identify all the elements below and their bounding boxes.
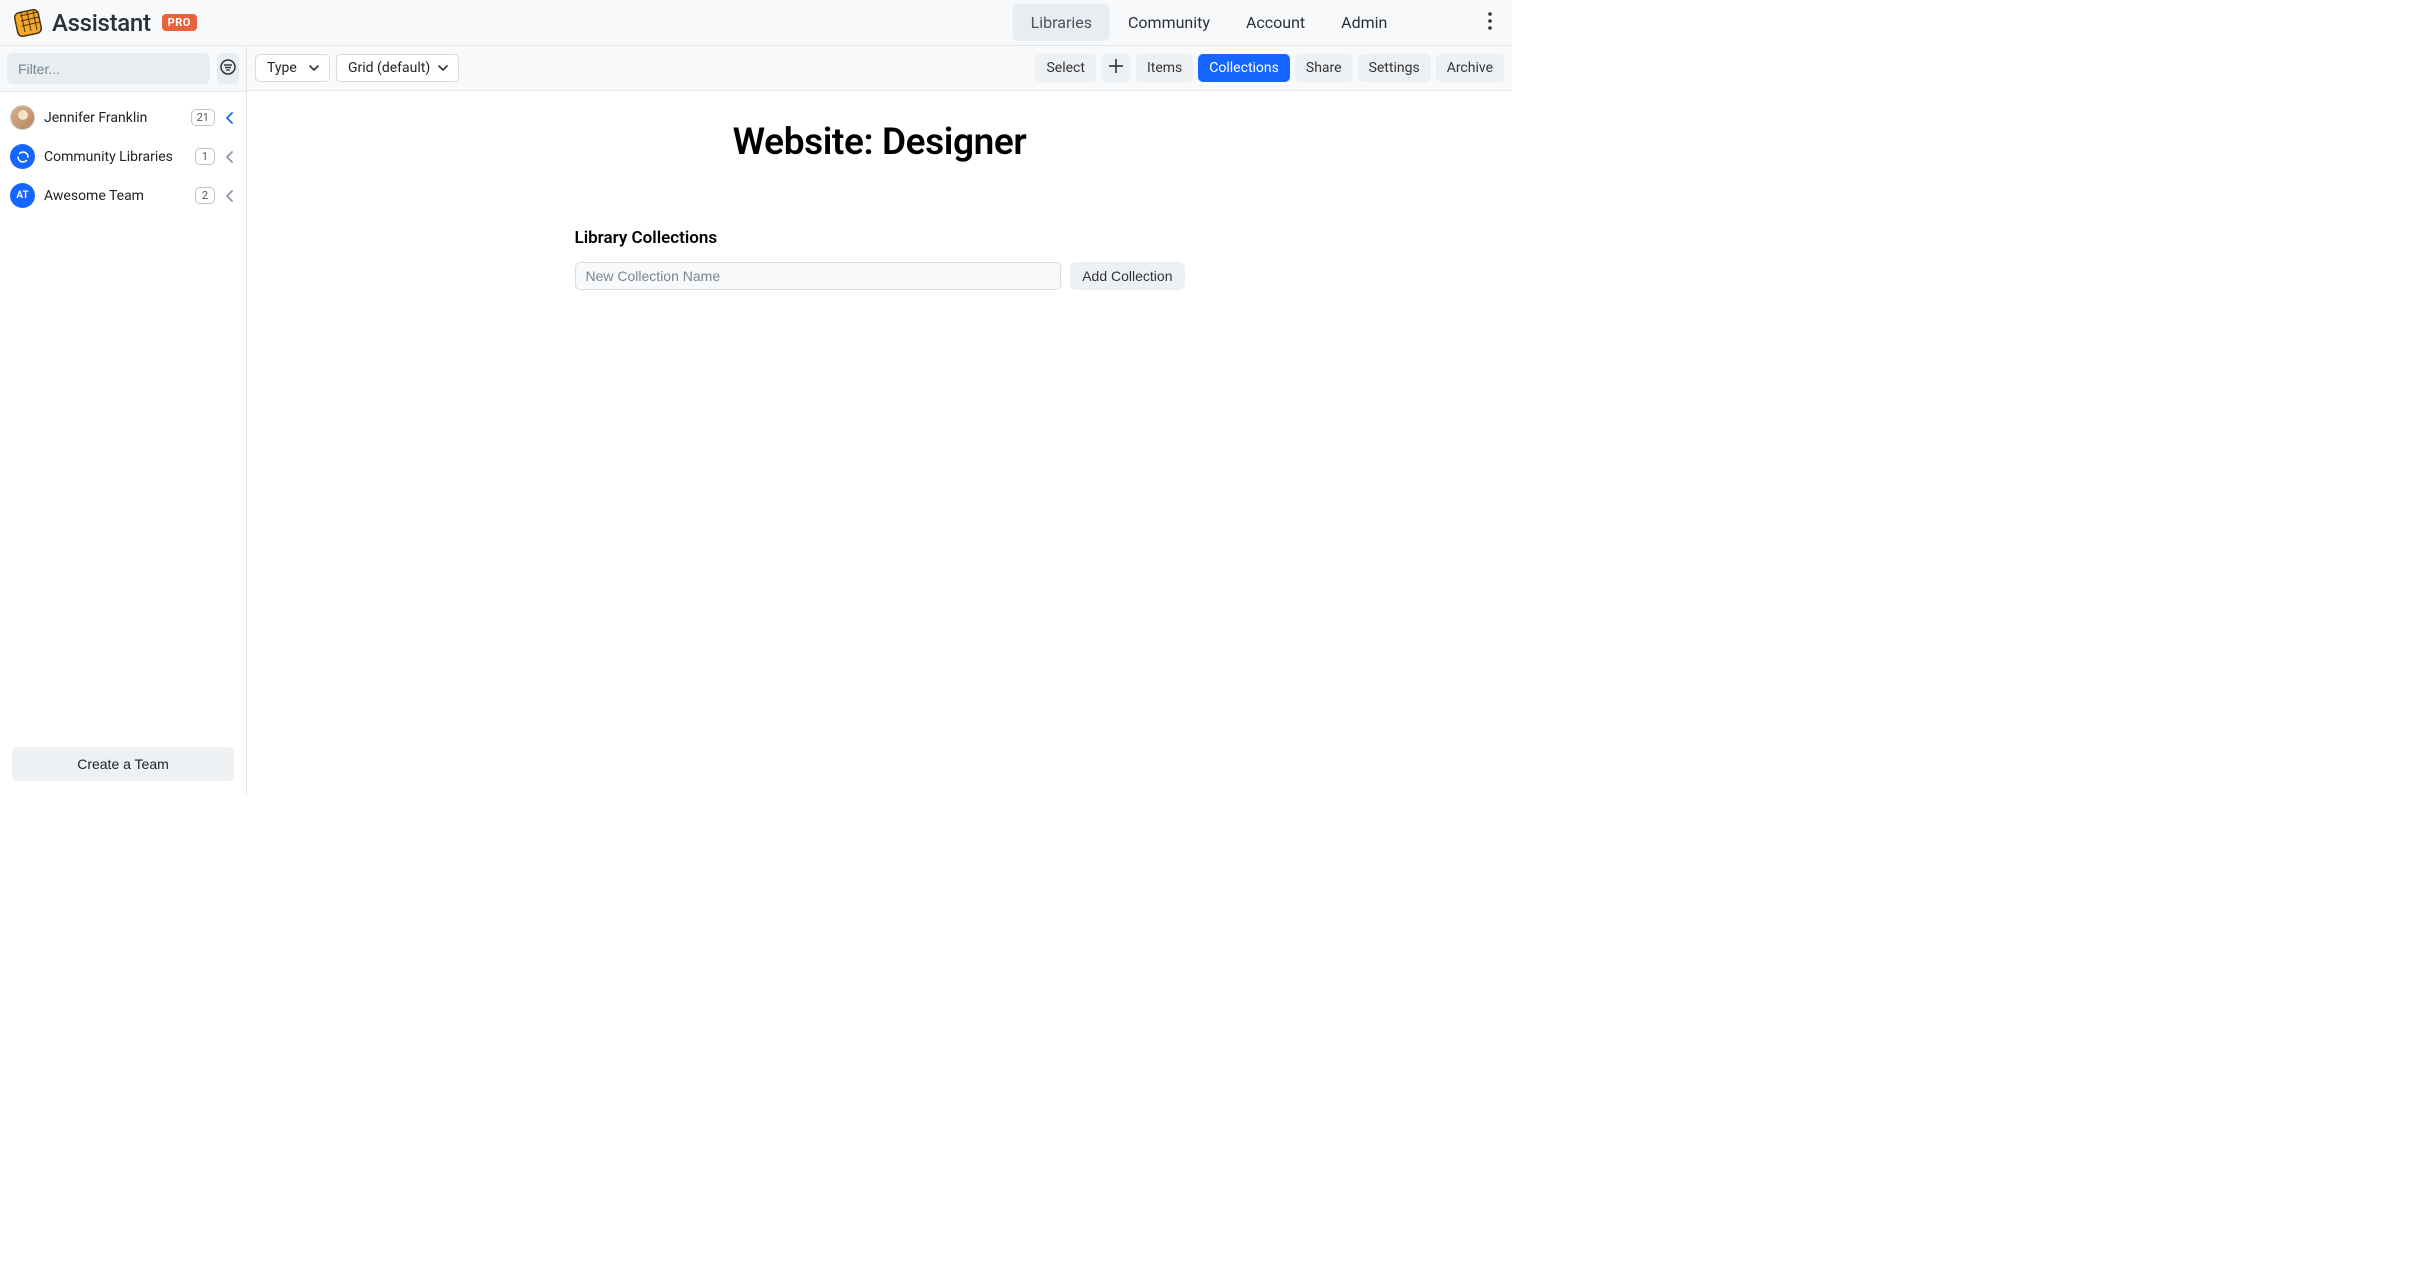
brand: Assistant PRO [12, 7, 197, 39]
type-select[interactable]: Type [255, 54, 330, 82]
view-select[interactable]: Grid (default) [336, 54, 459, 82]
chip-items[interactable]: Items [1136, 54, 1193, 82]
nav-libraries[interactable]: Libraries [1013, 4, 1110, 41]
main: Type Grid (default) Select [247, 46, 1512, 795]
app-logo-icon [12, 7, 44, 39]
create-team-button[interactable]: Create a Team [12, 747, 234, 781]
chip-collections[interactable]: Collections [1198, 54, 1290, 82]
main-nav: Libraries Community Account Admin [1013, 4, 1406, 41]
more-vertical-icon [1488, 12, 1492, 34]
toolbar-right: Select Items Collections Share Settings … [1035, 53, 1504, 83]
sidebar-filter-row [0, 46, 246, 92]
page-title: Website: Designer [247, 121, 1512, 164]
filter-input[interactable] [7, 53, 210, 84]
type-select-label: Type [267, 60, 297, 76]
sidebar-item-team[interactable]: AT Awesome Team 2 [0, 176, 246, 215]
avatar [10, 144, 35, 169]
sidebar: Jennifer Franklin 21 Community Libraries… [0, 46, 247, 795]
toolbar: Type Grid (default) Select [247, 46, 1512, 91]
new-collection-input[interactable] [575, 262, 1062, 290]
chevron-left-icon [224, 112, 236, 124]
sidebar-item-label: Community Libraries [44, 149, 186, 165]
pro-badge: PRO [162, 14, 197, 31]
brand-name: Assistant [52, 9, 151, 37]
nav-community[interactable]: Community [1110, 4, 1228, 41]
collections-section: Library Collections Add Collection [575, 228, 1185, 290]
sidebar-item-community[interactable]: Community Libraries 1 [0, 137, 246, 176]
add-collection-button[interactable]: Add Collection [1070, 262, 1184, 290]
count-badge: 21 [191, 109, 215, 126]
sidebar-footer: Create a Team [0, 737, 246, 795]
plus-icon [1108, 58, 1124, 78]
avatar: AT [10, 183, 35, 208]
more-menu-button[interactable] [1480, 6, 1500, 40]
header: Assistant PRO Libraries Community Accoun… [0, 0, 1512, 46]
chip-share[interactable]: Share [1295, 54, 1353, 82]
avatar [10, 105, 35, 130]
section-title: Library Collections [575, 228, 1185, 248]
chevron-left-icon [224, 190, 236, 202]
view-select-label: Grid (default) [348, 60, 430, 76]
chip-settings[interactable]: Settings [1358, 54, 1431, 82]
sidebar-item-label: Awesome Team [44, 188, 186, 204]
count-badge: 2 [195, 187, 215, 204]
nav-account[interactable]: Account [1228, 4, 1323, 41]
chip-select[interactable]: Select [1035, 54, 1095, 82]
chevron-down-icon [438, 60, 448, 76]
nav-admin[interactable]: Admin [1323, 4, 1405, 41]
sidebar-item-user[interactable]: Jennifer Franklin 21 [0, 98, 246, 137]
sidebar-item-label: Jennifer Franklin [44, 110, 182, 126]
filter-options-button[interactable] [217, 53, 239, 84]
content: Website: Designer Library Collections Ad… [247, 91, 1512, 795]
chevron-left-icon [224, 151, 236, 163]
chevron-down-icon [309, 60, 319, 76]
count-badge: 1 [195, 148, 215, 165]
chip-archive[interactable]: Archive [1436, 54, 1504, 82]
sidebar-list: Jennifer Franklin 21 Community Libraries… [0, 92, 246, 737]
new-collection-row: Add Collection [575, 262, 1185, 290]
filter-icon [219, 58, 237, 80]
add-button[interactable] [1101, 53, 1131, 83]
